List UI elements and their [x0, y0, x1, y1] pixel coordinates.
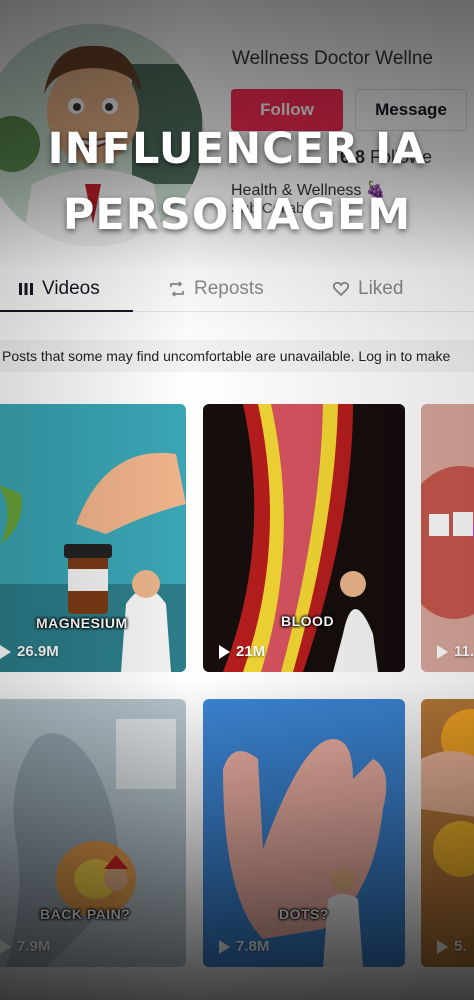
- overlay-title-line1: INFLUENCER IA: [47, 124, 427, 174]
- view-count: 11.: [454, 643, 474, 660]
- video-views: 5.: [437, 938, 467, 955]
- video-card[interactable]: BLOOD 21M: [203, 404, 405, 672]
- tab-videos-label: Videos: [42, 278, 100, 299]
- video-views: 26.9M: [0, 643, 59, 660]
- view-count: 5.: [454, 938, 467, 955]
- video-card[interactable]: 11.: [421, 404, 474, 672]
- video-thumbnail: [421, 404, 474, 672]
- tab-videos[interactable]: Videos: [18, 278, 100, 300]
- tab-liked[interactable]: Liked: [332, 278, 403, 300]
- overlay-title-line2: PERSONAGEM: [62, 190, 412, 240]
- repost-icon: [170, 281, 184, 297]
- video-thumbnail: [0, 699, 186, 967]
- video-thumbnail: [421, 699, 474, 967]
- tab-reposts-label: Reposts: [194, 278, 264, 299]
- play-icon: [219, 939, 230, 954]
- view-count: 7.8M: [236, 938, 270, 955]
- play-icon: [437, 644, 448, 659]
- video-caption: BLOOD: [281, 613, 335, 629]
- video-thumbnail: [203, 699, 405, 967]
- play-icon: [437, 939, 448, 954]
- video-views: 11.: [437, 643, 474, 660]
- video-views: 7.9M: [0, 938, 50, 955]
- video-card[interactable]: DOTS? 7.8M: [203, 699, 405, 967]
- video-caption: BACK PAIN?: [40, 906, 131, 922]
- tab-liked-label: Liked: [358, 278, 404, 299]
- play-icon: [219, 644, 230, 659]
- video-views: 7.8M: [219, 938, 269, 955]
- video-card[interactable]: 5.: [421, 699, 474, 967]
- active-tab-indicator: [0, 310, 133, 312]
- view-count: 21M: [236, 643, 266, 660]
- content-notice: Posts that some may find uncomfortable a…: [0, 340, 474, 372]
- video-card[interactable]: MAGNESIUM 26.9M: [0, 404, 186, 672]
- tab-reposts[interactable]: Reposts: [168, 278, 264, 300]
- video-thumbnail: [0, 404, 186, 672]
- profile-name: Wellness Doctor Wellne: [232, 48, 433, 69]
- video-caption: DOTS?: [279, 906, 329, 922]
- heart-icon: [332, 281, 350, 297]
- play-icon: [0, 644, 11, 659]
- view-count: 26.9M: [17, 643, 59, 660]
- view-count: 7.9M: [17, 938, 51, 955]
- video-views: 21M: [219, 643, 265, 660]
- video-card[interactable]: BACK PAIN? 7.9M: [0, 699, 186, 967]
- play-icon: [0, 939, 11, 954]
- grid-icon: [19, 283, 33, 295]
- video-thumbnail: [203, 404, 405, 672]
- video-caption: MAGNESIUM: [36, 615, 128, 631]
- profile-tabs: Videos Reposts Liked: [0, 268, 474, 312]
